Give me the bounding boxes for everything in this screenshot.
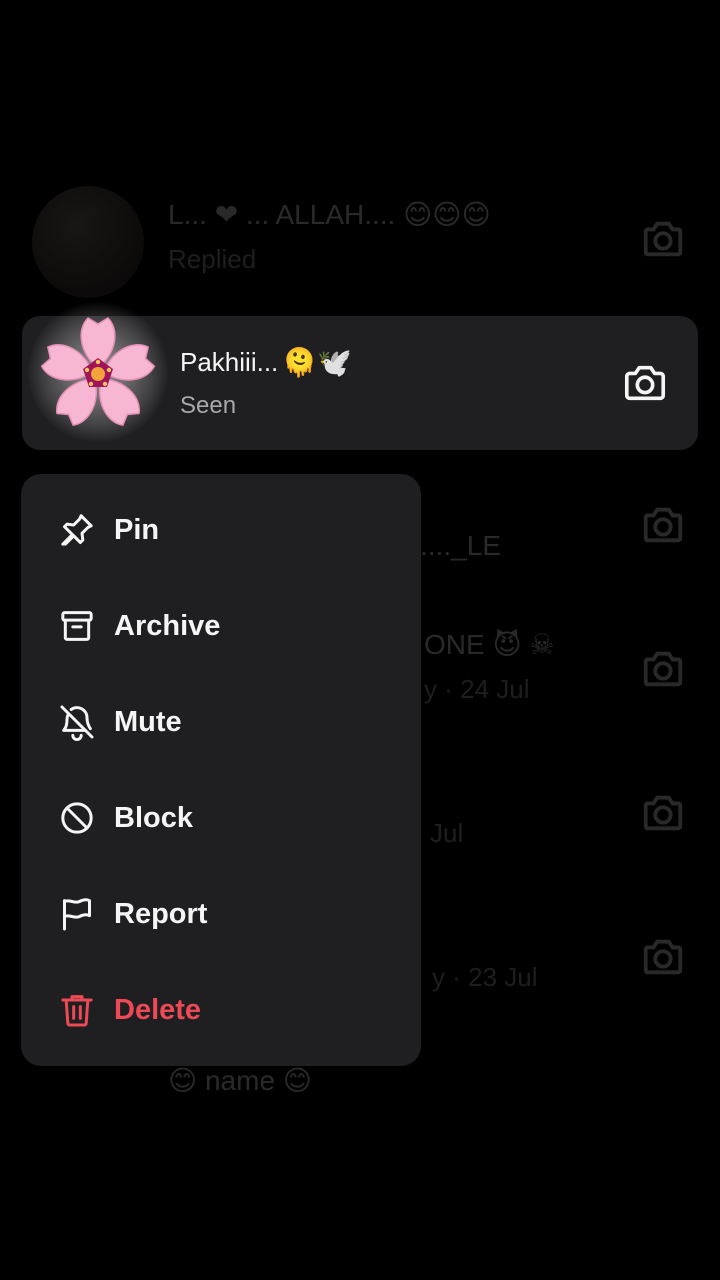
avatar (28, 302, 168, 442)
camera-icon (643, 651, 683, 687)
selected-chat-row[interactable]: Pakhiii... 🫠🕊️ Seen (22, 302, 698, 450)
camera-icon[interactable] (622, 360, 668, 406)
avatar (32, 186, 144, 298)
chat-subtitle: y · 24 Jul (424, 674, 530, 704)
camera-icon (643, 939, 683, 975)
menu-item-label: Delete (114, 993, 202, 1026)
menu-item-label: Report (114, 897, 208, 930)
chat-status: Seen (180, 392, 237, 419)
menu-item-pin[interactable]: Pin (21, 482, 421, 578)
chat-name: 😊 name 😊 (168, 1065, 312, 1096)
menu-item-label: Mute (114, 705, 182, 738)
trash-icon (61, 995, 93, 1027)
chat-name-emojis: 🫠🕊️ (282, 347, 352, 378)
menu-item-report[interactable]: Report (21, 866, 421, 962)
camera-icon (643, 507, 683, 543)
chat-context-menu: Pin Archive Mute Block Report Delete (21, 474, 421, 1066)
pin-icon (61, 514, 93, 546)
menu-item-mute[interactable]: Mute (21, 674, 421, 770)
camera-icon (643, 221, 683, 257)
menu-item-label: Archive (114, 609, 221, 642)
menu-item-block[interactable]: Block (21, 770, 421, 866)
sakura-flower-icon (40, 317, 156, 427)
chat-subtitle: Jul (430, 818, 464, 848)
chat-name-line: Pakhiii... 🫠🕊️ (180, 346, 352, 379)
chat-name: ...._LE (420, 530, 501, 561)
chat-name: Pakhiii... (180, 347, 279, 377)
archive-icon (61, 611, 93, 641)
camera-icon (643, 795, 683, 831)
chat-subtitle: Replied (168, 244, 257, 274)
screen: L... ❤ ... ALLAH.... 😊😊😊 Replied ...._LE… (0, 0, 720, 1280)
chat-subtitle: y · 23 Jul (432, 962, 538, 992)
chat-row: L... ❤ ... ALLAH.... 😊😊😊 Replied (0, 176, 720, 306)
chat-name: ONE 😈 ☠ (424, 629, 555, 660)
flag-icon (63, 898, 91, 931)
chat-name: L... ❤ ... ALLAH.... 😊😊😊 (168, 199, 491, 230)
bell-off-icon (60, 705, 94, 741)
menu-item-archive[interactable]: Archive (21, 578, 421, 674)
menu-item-label: Block (114, 801, 193, 834)
block-icon (61, 802, 93, 834)
menu-item-label: Pin (114, 513, 160, 546)
menu-item-delete[interactable]: Delete (21, 962, 421, 1058)
